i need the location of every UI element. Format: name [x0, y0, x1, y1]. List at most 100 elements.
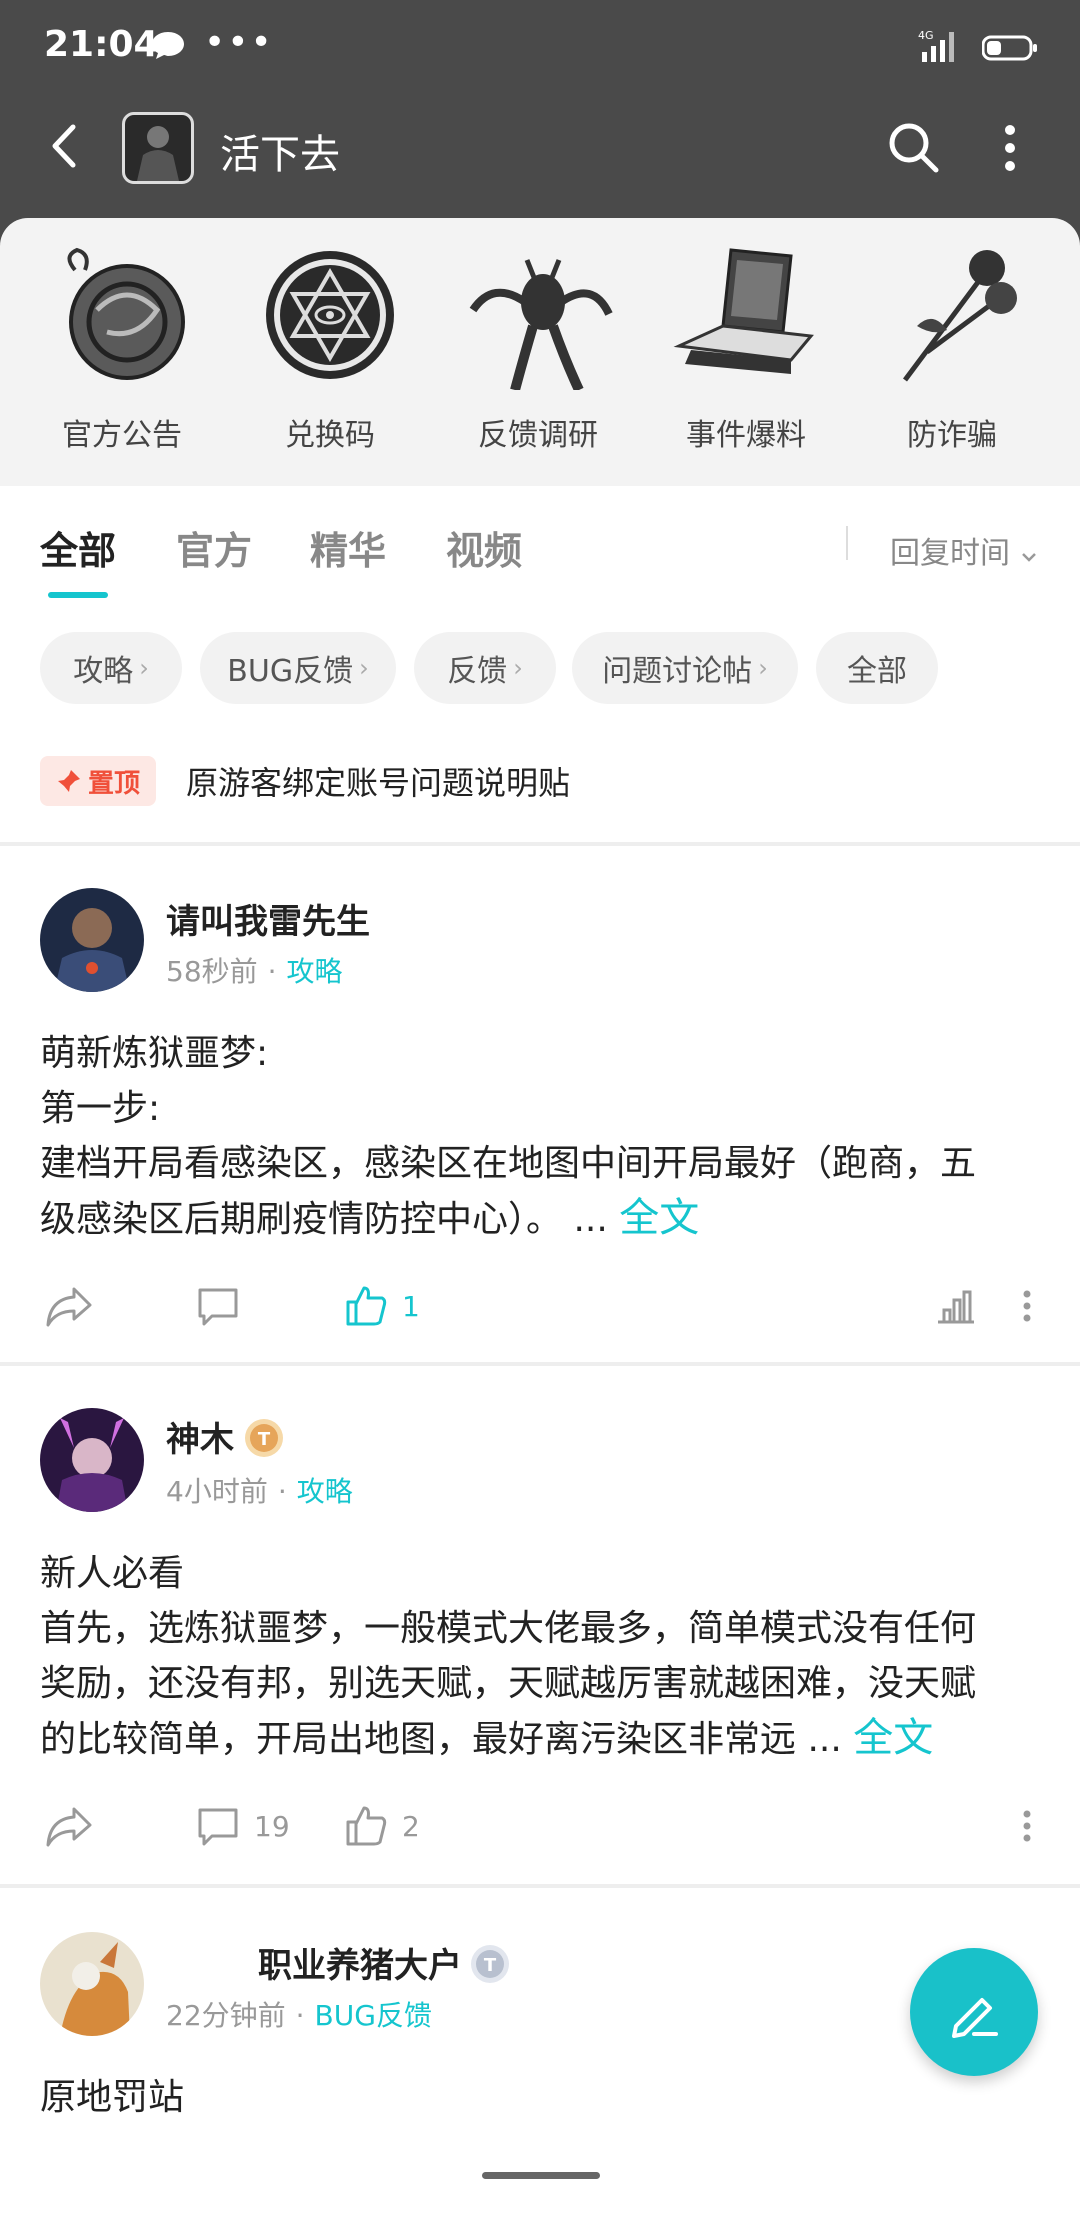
status-time: 21:04: [44, 24, 159, 65]
post-time: 22分钟前: [166, 1999, 286, 2032]
post-category[interactable]: BUG反馈: [315, 1999, 432, 2032]
chip-label: BUG反馈: [227, 654, 354, 689]
post-time: 58秒前: [166, 955, 258, 988]
avatar[interactable]: [40, 888, 144, 992]
post-line: 第一步:: [40, 1088, 161, 1129]
compose-button[interactable]: [910, 1948, 1038, 2076]
post-category[interactable]: 攻略: [297, 1475, 353, 1508]
user-avatar-image: [40, 888, 144, 992]
post-actions: 1: [0, 1276, 1080, 1346]
chevron-right-icon: ›: [139, 654, 149, 682]
status-more: •••: [204, 22, 274, 63]
divider: [846, 526, 848, 560]
post-line: 新人必看: [40, 1553, 185, 1594]
tab-official[interactable]: 官方: [176, 520, 252, 575]
post-line: 首先，选炼狱噩梦，一般模式大佬最多，简单模式没有任何: [40, 1608, 977, 1649]
sort-label: 回复时间: [890, 536, 1010, 571]
share-icon: [46, 1807, 92, 1847]
post-actions: 19 2: [0, 1796, 1080, 1866]
rose-icon: [902, 250, 1017, 382]
stats-button[interactable]: [936, 1276, 990, 1336]
pin-icon: [57, 770, 80, 792]
search-button[interactable]: [884, 118, 944, 178]
chip-all[interactable]: 全部: [816, 632, 938, 704]
author-name[interactable]: 请叫我雷先生: [166, 894, 370, 943]
chevron-right-icon: ›: [359, 654, 369, 682]
tab-featured[interactable]: 精华: [310, 520, 386, 575]
comment-icon: [198, 1288, 238, 1326]
post-line: 的比较简单，开局出地图，最好离污染区非常远 ...: [40, 1719, 842, 1760]
back-arrow-icon: [52, 124, 76, 168]
comment-button[interactable]: 19: [196, 1796, 290, 1856]
chip-bug-feedback[interactable]: BUG反馈 ›: [200, 632, 396, 704]
comment-button[interactable]: [196, 1276, 254, 1336]
post-line: 建档开局看感染区，感染区在地图中间开局最好（跑商，五: [40, 1143, 977, 1184]
post-line: 萌新炼狱噩梦:: [40, 1033, 269, 1074]
post-content[interactable]: 萌新炼狱噩梦: 第一步: 建档开局看感染区，感染区在地图中间开局最好（跑商，五 …: [40, 1026, 1040, 1247]
chevron-down-icon: [1021, 553, 1036, 562]
vertical-dots-icon: [1005, 125, 1015, 171]
avatar[interactable]: [40, 1932, 144, 2036]
chip-label: 问题讨论帖: [602, 654, 753, 689]
post-meta: 58秒前 · 攻略: [166, 955, 343, 988]
chevron-right-icon: ›: [513, 654, 523, 682]
user-avatar-image: [40, 1408, 144, 1512]
post-category[interactable]: 攻略: [287, 955, 343, 988]
pinned-post[interactable]: 置顶 原游客绑定账号问题说明贴: [0, 752, 1080, 842]
post-meta: 4小时前 · 攻略: [166, 1475, 353, 1508]
category-anti-fraud[interactable]: 防诈骗: [852, 240, 1052, 470]
tab-all[interactable]: 全部: [40, 520, 116, 575]
home-indicator[interactable]: [482, 2172, 600, 2179]
category-feedback-survey[interactable]: 反馈调研: [438, 240, 638, 470]
chip-label: 反馈: [447, 654, 508, 689]
post-content[interactable]: 原地罚站: [40, 2070, 1040, 2125]
chip-discussion[interactable]: 问题讨论帖 ›: [572, 632, 798, 704]
pinned-badge: 置顶: [40, 756, 156, 806]
post-line: 原地罚站: [40, 2077, 185, 2118]
post-line: 奖励，还没有邦，别选天赋，天赋越厉害就越困难，没天赋: [40, 1663, 977, 1704]
comment-icon: [198, 1808, 238, 1846]
like-button[interactable]: 1: [344, 1276, 420, 1336]
like-button[interactable]: 2: [344, 1796, 420, 1856]
read-more-link[interactable]: 全文: [853, 1715, 933, 1761]
avatar[interactable]: [40, 1408, 144, 1512]
post-card[interactable]: 请叫我雷先生 58秒前 · 攻略 萌新炼狱噩梦: 第一步: 建档开局看感染区，感染区…: [0, 846, 1080, 1362]
chat-bubble-icon: [152, 32, 184, 59]
post-meta: 22分钟前 · BUG反馈: [166, 1999, 432, 2032]
post-content[interactable]: 新人必看 首先，选炼狱噩梦，一般模式大佬最多，简单模式没有任何 奖励，还没有邦，…: [40, 1546, 1040, 1767]
more-menu-button[interactable]: [990, 118, 1030, 178]
post-card[interactable]: 神木 T 4小时前 · 攻略 新人必看 首先，选炼狱噩梦，一般模式大佬最多，简单模式…: [0, 1366, 1080, 1884]
svg-text:T: T: [258, 1429, 271, 1450]
chip-label: 全部: [847, 654, 907, 689]
category-event-report[interactable]: 事件爆料: [646, 240, 846, 470]
read-more-link[interactable]: 全文: [619, 1195, 699, 1241]
share-button[interactable]: [44, 1796, 108, 1856]
svg-text:T: T: [484, 1955, 497, 1976]
chip-guide[interactable]: 攻略 ›: [40, 632, 182, 704]
sort-dropdown[interactable]: 回复时间: [890, 528, 1038, 572]
tab-video[interactable]: 视频: [446, 520, 522, 575]
category-label: 反馈调研: [478, 418, 598, 453]
hexagram-seal-icon: [266, 251, 394, 379]
back-button[interactable]: [34, 116, 94, 176]
category-redeem-code[interactable]: 兑换码: [230, 240, 430, 470]
battery-icon: [982, 35, 1037, 61]
category-label: 官方公告: [62, 418, 182, 453]
post-more-button[interactable]: [1020, 1276, 1048, 1336]
active-tab-indicator: [48, 592, 108, 598]
app-icon[interactable]: [122, 112, 194, 184]
thumbs-up-icon: [346, 1286, 387, 1326]
author-name[interactable]: 职业养猪大户: [258, 1938, 462, 1987]
author-name[interactable]: 神木: [166, 1412, 234, 1461]
chevron-right-icon: ›: [758, 654, 768, 682]
signal-icon: 4G: [918, 29, 954, 62]
share-button[interactable]: [44, 1276, 108, 1336]
tab-bar: 全部 官方 精华 视频 回复时间: [0, 486, 1080, 606]
category-strip: 官方公告 兑换码 反馈调研 事件爆料 防诈骗: [0, 218, 1080, 486]
search-icon: [889, 123, 939, 173]
category-announcement[interactable]: 官方公告: [22, 240, 222, 470]
dragon-emblem-icon: [67, 247, 185, 380]
chip-feedback[interactable]: 反馈 ›: [414, 632, 556, 704]
pinned-title[interactable]: 原游客绑定账号问题说明贴: [186, 758, 570, 804]
post-more-button[interactable]: [1020, 1796, 1048, 1856]
